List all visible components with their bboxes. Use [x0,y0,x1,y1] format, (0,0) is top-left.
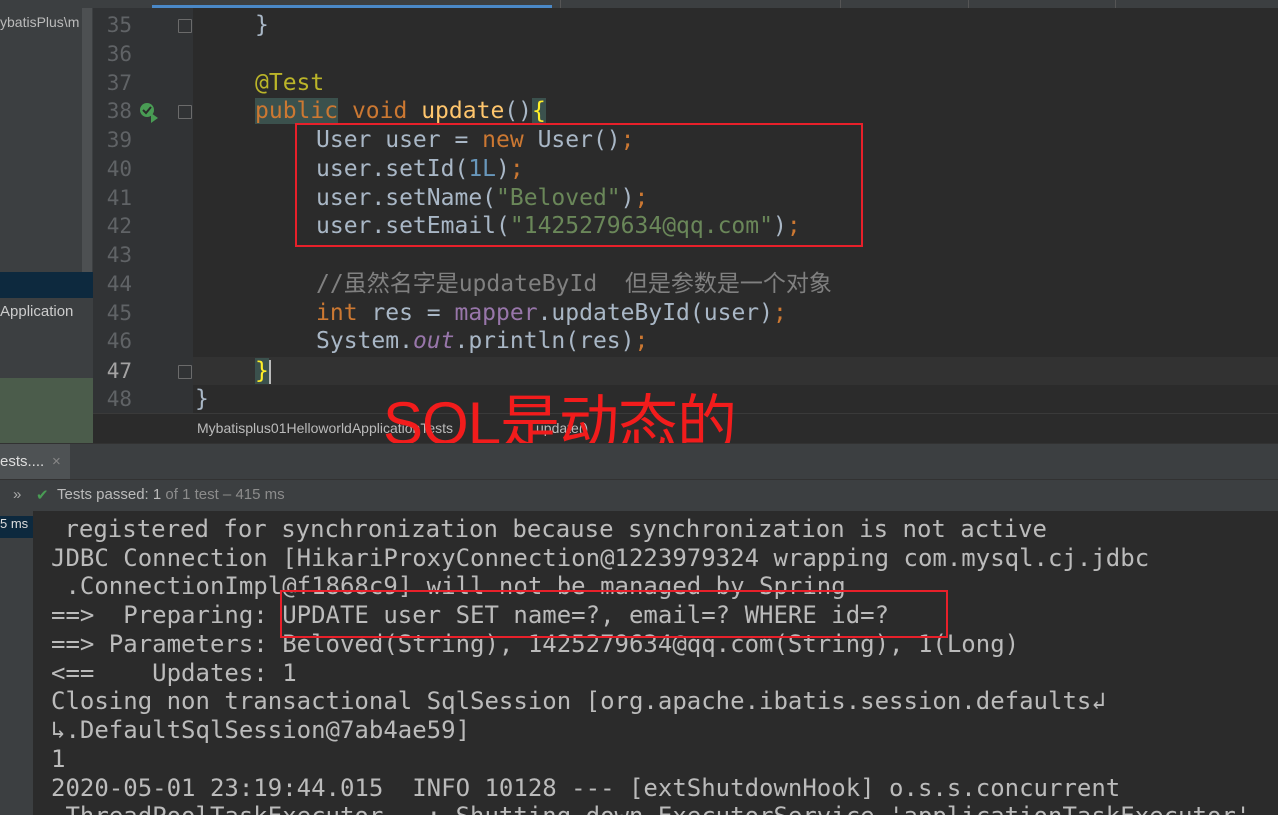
line-number: 38 [106,99,132,123]
code-line-35[interactable]: } [255,11,269,39]
semicolon: ; [634,328,649,354]
code-text: res = [357,300,455,326]
line-number: 41 [106,186,132,210]
line-number: 40 [106,157,132,181]
code-line-47[interactable]: } [255,357,269,385]
test-tree-panel[interactable]: 5 ms [0,511,33,815]
parens: () [504,98,532,124]
code-line-46[interactable]: System.out.println(res); [316,327,648,355]
status-label: Tests passed: 1 of 1 test – 415 ms [57,486,285,503]
tab-separator [1115,0,1116,8]
run-tab-tests[interactable]: ests.... × [0,444,70,480]
line-number: 37 [106,71,132,95]
keyword-public: public [255,98,339,124]
run-test-passed-icon[interactable] [138,101,160,123]
run-tool-window-tabs[interactable]: ests.... × [0,443,1278,480]
field-mapper: mapper [454,300,538,326]
annotation-box-sql [280,590,948,638]
open-brace: { [532,98,546,124]
code-text: System. [316,328,413,354]
line-number-current: 47 [106,359,132,383]
project-path[interactable]: ybatisPlus\m [0,14,93,30]
annotation-box-code [295,123,863,247]
fold-marker-icon[interactable] [178,105,192,119]
line-number: 48 [106,387,132,411]
method-name: update [421,98,505,124]
tab-separator [840,0,841,8]
tab-separator [968,0,969,8]
console-line: .ThreadPoolTaskExecutor : Shutting down … [51,802,1250,815]
semicolon: ; [772,300,787,326]
console-line: ↳.DefaultSqlSession@7ab4ae59] [51,716,471,744]
status-text: Tests passed: [57,486,153,503]
code-line-45[interactable]: int res = mapper.updateById(user); [316,299,787,327]
project-scrollbar[interactable] [82,8,92,288]
console-output[interactable]: registered for synchronization because s… [33,511,1278,815]
fold-marker-icon[interactable] [178,365,192,379]
line-number: 43 [106,243,132,267]
code-text: .updateById(user) [537,300,773,326]
code-line-38[interactable]: public void update(){ [255,97,546,125]
tab-separator [560,0,561,8]
fold-marker-icon[interactable] [178,19,192,33]
line-number: 46 [106,329,132,353]
project-item-application[interactable]: Application [0,303,73,320]
line-number: 45 [106,301,132,325]
editor-tab-strip[interactable] [0,0,1278,8]
brace: } [195,386,209,412]
text-caret [269,360,271,384]
project-selected-row[interactable] [0,272,93,298]
status-summary: of 1 test – 415 ms [161,486,285,503]
project-panel[interactable]: ybatisPlus\m Application [0,8,93,443]
check-icon: ✔ [36,487,49,504]
static-field-out: out [412,328,455,354]
console-line: JDBC Connection [HikariProxyConnection@1… [51,544,1150,572]
line-number: 35 [106,13,132,37]
console-line: 1 [51,745,66,773]
expand-icon[interactable]: » [13,486,21,503]
console-line: Closing non transactional SqlSession [or… [51,687,1106,715]
code-line-48[interactable]: } [195,385,209,413]
console-line: registered for synchronization because s… [50,515,1047,543]
keyword-void: void [351,98,408,124]
test-duration: 5 ms [0,516,33,538]
code-comment[interactable]: //虽然名字是updateById 但是参数是一个对象 [316,270,832,298]
code-text: .println(res) [454,328,635,354]
status-count: 1 [152,486,162,503]
line-number: 44 [106,272,132,296]
project-highlight-area [0,378,93,443]
line-number: 36 [106,42,132,66]
line-number: 39 [106,128,132,152]
console-line: 2020-05-01 23:19:44.015 INFO 10128 --- [… [51,774,1121,802]
close-brace: } [255,358,269,384]
line-number: 42 [106,214,132,238]
test-status-bar: » ✔ Tests passed: 1 of 1 test – 415 ms [0,479,1278,512]
keyword-int: int [316,300,358,326]
console-line: <== Updates: 1 [51,659,297,687]
run-tab-label: ests.... [0,453,45,470]
brace: } [255,12,269,38]
close-icon[interactable]: × [52,453,61,470]
code-line-37[interactable]: @Test [255,69,324,97]
